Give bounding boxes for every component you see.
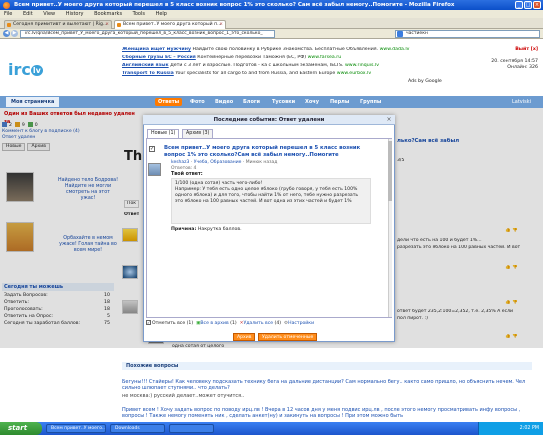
delete-all-count: (4) — [274, 321, 282, 326]
ad-text: Найдите свою половинку в Рубрике Знакомс… — [192, 47, 379, 52]
ad-host: www.farsea.ru — [307, 55, 342, 60]
ad-host: www.rinquis.lv — [344, 63, 379, 68]
ad-link[interactable]: Сборные грузы ЕС – Россия — [122, 55, 196, 60]
ads-by-google[interactable]: Ads by Google — [408, 79, 442, 84]
answer-label: Твой ответ: — [171, 172, 203, 177]
ad-line-1[interactable]: Женщина ищет мужчину Найдите свою полови… — [122, 47, 422, 53]
delete-all-link[interactable]: Удалить все — [243, 321, 273, 326]
similar-question-1-note: не москва:) русский делает..может отучит… — [122, 393, 245, 399]
nav-parties[interactable]: Тусовки — [272, 98, 295, 106]
meta-user[interactable]: keshaz3 — [171, 160, 189, 165]
ad-text: Контейнерные перевозки Таможня (ЕС, РФ) — [197, 55, 307, 60]
taskbar-item-3[interactable] — [169, 424, 214, 433]
ad-link[interactable]: Transport To Russia — [122, 71, 174, 76]
reason-line: Причина: Накрутка баллов. — [171, 227, 242, 232]
start-button[interactable]: start — [0, 422, 42, 435]
mark-all-count: (1) — [186, 321, 194, 326]
nav-groups[interactable]: Группы — [360, 98, 381, 106]
logo-text: irc — [8, 60, 31, 79]
ad-link[interactable]: Английский язык — [122, 63, 169, 68]
ad-host: www.dada.lv — [379, 47, 410, 52]
menu-view[interactable]: View — [43, 11, 55, 17]
menu-history[interactable]: History — [66, 11, 84, 17]
tab-favicon-icon — [7, 23, 11, 27]
nav-photo[interactable]: Фото — [190, 98, 205, 106]
browser-tab-1[interactable]: Сегодня примитивт и вылетают | Rig... × — [4, 20, 112, 29]
ad-line-2[interactable]: Сборные грузы ЕС – Россия Контейнерные п… — [122, 55, 422, 61]
system-tray: 2:02 PM — [478, 422, 543, 435]
answer-text-2: Например: У тебя есть одно целое яблоко … — [175, 187, 359, 204]
tab-label: Всем привет..У моего друга который п... — [123, 22, 222, 27]
exit-link[interactable]: Выйт [x] — [480, 47, 538, 53]
mark-all-label[interactable]: Отметить все — [152, 321, 185, 326]
modal-scroll-thumb[interactable] — [388, 141, 392, 201]
meta-time: Минюк назад — [245, 160, 278, 165]
taskbar-item-firefox[interactable]: Всем привет..У моего... — [46, 424, 106, 433]
minimize-button[interactable]: _ — [515, 1, 523, 9]
nav-pearls[interactable]: Перлы — [330, 98, 349, 106]
user-avatar[interactable] — [148, 163, 161, 176]
logo-suffix: lv — [30, 64, 43, 76]
all-archive-link[interactable]: Все в архив — [200, 321, 228, 326]
close-window-button[interactable]: × — [533, 1, 541, 9]
similar-question-1[interactable]: Бегуны!!! Стайеры! Как человеку подсказа… — [122, 379, 532, 391]
reason-text: Накрутка баллов. — [197, 227, 242, 232]
maximize-button[interactable]: □ — [524, 1, 532, 9]
modal-tab-archive[interactable]: Архив (3) — [182, 129, 214, 138]
settings-link[interactable]: Настройки — [288, 321, 314, 326]
ad-link[interactable]: Женщина ищет мужчину — [122, 47, 191, 52]
my-page-tab[interactable]: Моя страничка — [6, 97, 60, 107]
modal-footer: ✓ Отметить все (1) ▣Все в архив (1) ✕Удал… — [146, 320, 392, 330]
event-checkbox[interactable]: ✓ — [149, 146, 155, 152]
all-archive-count: (1) — [230, 321, 237, 326]
archive-button[interactable]: Архив — [233, 333, 256, 341]
reason-label: Причина: — [171, 227, 197, 232]
mark-all-checkbox[interactable]: ✓ — [146, 320, 151, 325]
user-box: Выйт [x] 20. сентября 14:57 Онлайн: 326 — [480, 47, 538, 71]
close-tab-icon[interactable]: × — [219, 21, 223, 29]
event-question-title[interactable]: Всем привет..У моего друга который переш… — [164, 145, 369, 159]
menu-bookmarks[interactable]: Bookmarks — [94, 11, 122, 17]
nav-video[interactable]: Видео — [215, 98, 233, 106]
menu-help[interactable]: Help — [156, 11, 167, 17]
similar-question-2[interactable]: Привет всем ! Хочу задать вопрос по пово… — [122, 407, 532, 419]
browser-tab-2[interactable]: Всем привет..У моего друга который п... … — [114, 20, 226, 29]
ad-host: www.eurbox.lv — [336, 71, 372, 76]
nav-answers[interactable]: Ответы — [155, 98, 183, 106]
nav-want[interactable]: Хочу — [305, 98, 319, 106]
menu-edit[interactable]: Edit — [23, 11, 33, 17]
lang-switch[interactable]: Latviski — [512, 98, 531, 106]
tab-favicon-icon — [117, 23, 121, 27]
window-title: Всем привет..У моего друга который переш… — [0, 0, 543, 10]
ad-line-4[interactable]: Transport To Russia Your specialists for… — [122, 71, 422, 77]
forward-icon[interactable]: ▶ — [11, 30, 18, 37]
menu-tools[interactable]: Tools — [133, 11, 145, 17]
ad-text: Дети с 3 лет и взрослые. Подготов - ка с… — [170, 63, 344, 68]
firefox-icon — [3, 1, 10, 9]
taskbar-item-downloads[interactable]: Downloads — [110, 424, 165, 433]
similar-heading: Похожие вопросы — [122, 362, 532, 370]
modal-title: Последние события: Ответ удалени — [143, 115, 395, 125]
menu-bar: File Edit View History Bookmarks Tools H… — [0, 10, 543, 18]
site-logo[interactable]: irc lv — [8, 59, 60, 81]
nav-blogs[interactable]: Блоги — [243, 98, 260, 106]
tray-clock: 2:02 PM — [519, 426, 539, 431]
modal-tab-new[interactable]: Новые (1) — [147, 129, 180, 138]
online-count: Онлайн: 326 — [507, 65, 538, 70]
site-nav: Моя страничка Ответы Фото Видео Блоги Ту… — [0, 96, 543, 108]
ad-line-3[interactable]: Английский язык Дети с 3 лет и взрослые.… — [122, 63, 422, 69]
search-box[interactable]: частиекн — [395, 30, 540, 38]
google-icon — [397, 31, 403, 37]
ad-text: Your specialists for all cargo to and fr… — [175, 71, 336, 76]
modal-close-icon[interactable]: × — [385, 116, 393, 124]
address-bar[interactable]: irc.lv/qna/Всем_привет_У_моего_друга_кот… — [20, 30, 275, 38]
menu-file[interactable]: File — [4, 11, 12, 17]
answer-box: 1/100 (одна сотая) часть чего-либо! Напр… — [171, 178, 371, 224]
close-tab-icon[interactable]: × — [105, 21, 109, 29]
meta-category[interactable]: Учеба, Образование — [194, 160, 242, 165]
tab-label: Сегодня примитивт и вылетают | Rig... — [13, 22, 108, 27]
back-icon[interactable]: ◀ — [3, 30, 10, 37]
delete-selected-button[interactable]: Удалить отмеченные — [258, 333, 318, 341]
